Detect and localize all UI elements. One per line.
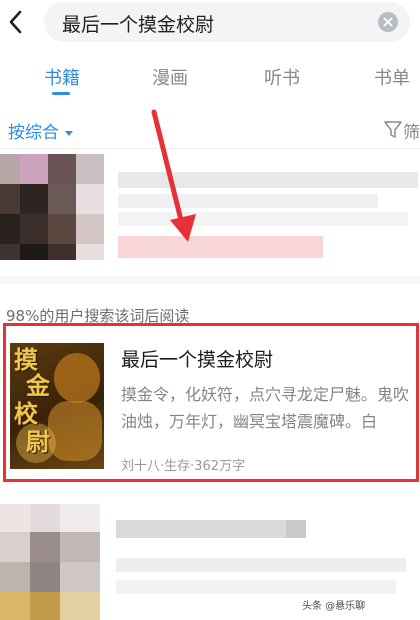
caret-down-icon <box>65 130 73 136</box>
book-description: 摸金令，化妖符，点穴寻龙定尸魅。鬼吹油烛，万年灯，幽冥宝塔震魔碑。白 <box>121 385 410 431</box>
search-query-text: 最后一个摸金校尉 <box>62 14 215 36</box>
category-tabs: 书籍 漫画 听书 书单 <box>0 52 420 98</box>
annotation-arrow-icon <box>151 109 196 242</box>
cover-title-char: 校 <box>14 400 38 428</box>
book-meta: 刘十八·生存·362万字 <box>121 459 246 474</box>
book-result-card[interactable]: 摸 金 校 尉 最后一个摸金校尉 摸金令，化妖符，点穴寻龙定尸魅。鬼吹油烛，万年… <box>0 325 420 485</box>
active-tab-indicator <box>52 92 70 95</box>
clear-search-button[interactable] <box>378 12 398 32</box>
section-divider <box>0 276 420 284</box>
tab-comics[interactable]: 漫画 <box>152 64 188 90</box>
search-input[interactable]: 最后一个摸金校尉 <box>44 2 410 42</box>
cover-title-char: 摸 <box>14 346 38 374</box>
close-icon <box>383 17 393 27</box>
back-button[interactable] <box>2 6 34 38</box>
book-cover: 摸 金 校 尉 <box>10 343 104 469</box>
tab-books[interactable]: 书籍 <box>44 64 80 90</box>
chevron-left-icon <box>9 10 22 34</box>
watermark: 头条 @悬乐聊 <box>302 601 366 612</box>
book-title[interactable]: 最后一个摸金校尉 <box>121 345 273 372</box>
tab-audiobooks[interactable]: 听书 <box>264 64 300 90</box>
sort-label: 按综合 <box>8 123 59 143</box>
sort-dropdown[interactable]: 按综合 <box>8 118 73 143</box>
sort-bar: 按综合 筛 <box>0 108 420 149</box>
blurred-result-item[interactable] <box>0 150 420 268</box>
cover-title-char: 金 <box>26 372 50 400</box>
funnel-icon <box>384 121 402 138</box>
search-header: 最后一个摸金校尉 <box>0 0 420 48</box>
filter-button[interactable]: 筛 <box>384 118 420 142</box>
recommendation-hint: 98%的用户搜索该词后阅读 <box>6 307 190 325</box>
filter-label: 筛 <box>403 123 420 142</box>
tab-booklists[interactable]: 书单 <box>374 64 410 90</box>
cover-title-char: 尉 <box>26 428 50 456</box>
